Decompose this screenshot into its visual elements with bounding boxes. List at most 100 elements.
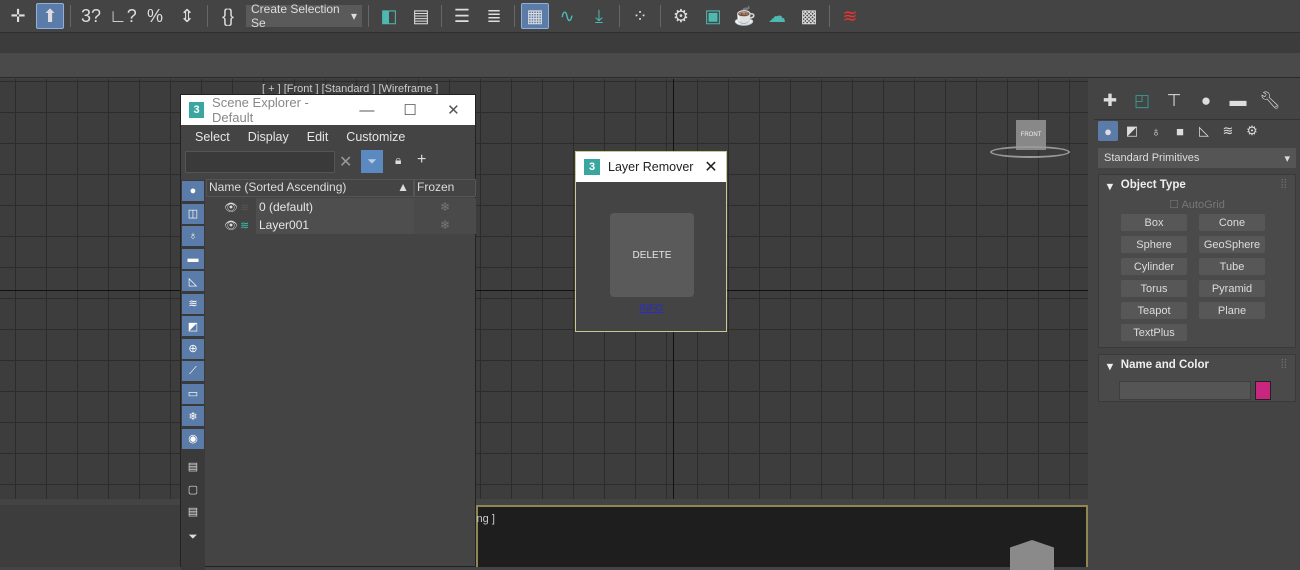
bones-filter-icon[interactable]: ⟋ [182, 361, 204, 381]
cameras-icon[interactable]: ■ [1170, 121, 1190, 141]
percent-snap-icon[interactable]: % [141, 3, 169, 29]
shapes-filter-icon[interactable]: ◫ [182, 203, 204, 224]
info-link[interactable]: INFO [576, 303, 726, 314]
schematic-view-icon[interactable]: ⁘ [626, 3, 654, 29]
menu-select[interactable]: Select [195, 130, 230, 144]
rendered-frame-window-icon[interactable]: ▣ [699, 3, 727, 29]
maximize-button[interactable]: ☐ [389, 101, 432, 119]
torus-button[interactable]: Torus [1121, 280, 1187, 297]
name-column-header[interactable]: Name (Sorted Ascending) ▲ [206, 179, 414, 197]
object-color-swatch[interactable] [1255, 381, 1271, 400]
snap-3d-icon[interactable]: 3? [77, 3, 105, 29]
minimize-button[interactable]: — [345, 102, 388, 119]
frozen-toggle-icon[interactable]: ❄ [414, 216, 476, 234]
render-setup-icon[interactable]: ⚙ [667, 3, 695, 29]
close-button[interactable]: ✕ [432, 101, 475, 119]
mirror-icon[interactable]: ◧ [375, 3, 403, 29]
hidden-filter-icon[interactable]: ◉ [182, 428, 204, 449]
utilities-tab-icon[interactable]: 🔧︎ [1254, 82, 1286, 119]
filter-funnel-icon[interactable]: ⏷ [182, 528, 204, 548]
render-cloud-icon[interactable]: ☁ [763, 3, 791, 29]
display-all-icon[interactable]: ▤ [182, 457, 204, 477]
delete-button[interactable]: DELETE [610, 213, 694, 297]
visibility-eye-icon[interactable]: 👁︎ [224, 219, 240, 232]
toggle-ribbon-icon[interactable]: ▦ [521, 3, 549, 29]
xrefs-filter-icon[interactable]: ⊕ [182, 338, 204, 359]
align-icon[interactable]: ▤ [407, 3, 435, 29]
perspective-viewport[interactable] [476, 505, 1088, 567]
geometry-icon[interactable]: ● [1098, 121, 1118, 141]
app-logo-icon: 3 [584, 159, 600, 175]
add-layer-icon[interactable]: + [417, 151, 426, 169]
scene-explorer-icon[interactable]: ☰ [448, 3, 476, 29]
separator [514, 5, 515, 27]
spinner-snap-icon[interactable]: ⇕ [173, 3, 201, 29]
drag-handle-icon[interactable]: ⁞⁞ [1281, 179, 1287, 193]
rollout-header[interactable]: ▾ Name and Color ⁞⁞ [1099, 359, 1295, 373]
display-tab-icon[interactable]: ▬ [1222, 82, 1254, 119]
table-row[interactable]: 👁︎ ≋ Layer001 ❄ [206, 216, 476, 234]
plane-button[interactable]: Plane [1199, 302, 1265, 319]
lights-icon[interactable]: ♁ [1146, 121, 1166, 141]
display-none-icon[interactable]: ▢ [182, 479, 204, 499]
frozen-toggle-icon[interactable]: ❄ [414, 198, 476, 216]
modify-tab-icon[interactable]: ◰ [1126, 82, 1158, 119]
table-row[interactable]: 👁︎ ≋ 0 (default) ❄ [206, 198, 476, 216]
create-tab-icon[interactable]: ✚ [1094, 82, 1126, 119]
curve-editor-icon[interactable]: ∿ [553, 3, 581, 29]
cone-button[interactable]: Cone [1199, 214, 1265, 231]
autogrid-checkbox[interactable]: ☐ AutoGrid [1099, 198, 1295, 211]
motion-tab-icon[interactable]: ● [1190, 82, 1222, 119]
containers-filter-icon[interactable]: ▭ [182, 383, 204, 404]
groups-filter-icon[interactable]: ◩ [182, 316, 204, 336]
textplus-button[interactable]: TextPlus [1121, 324, 1187, 341]
filter-icon[interactable]: ⏷ [361, 150, 383, 173]
spacewarps-filter-icon[interactable]: ≋ [182, 293, 204, 314]
layer-remover-titlebar[interactable]: 3 Layer Remover ✕ [576, 152, 726, 182]
geometry-filter-icon[interactable]: ● [182, 181, 204, 201]
geosphere-button[interactable]: GeoSphere [1199, 236, 1265, 253]
lock-icon[interactable]: 🔒︎ [395, 153, 401, 168]
dope-sheet-icon[interactable]: ⤓ [585, 3, 613, 29]
rollout-header[interactable]: ▾ Object Type ⁞⁞ [1099, 179, 1295, 193]
layer-explorer-icon[interactable]: ≣ [480, 3, 508, 29]
scene-explorer-titlebar[interactable]: 3 Scene Explorer - Default — ☐ ✕ [181, 95, 475, 125]
tube-button[interactable]: Tube [1199, 258, 1265, 275]
frozen-filter-icon[interactable]: ❄ [182, 406, 204, 426]
render-production-icon[interactable]: ☕ [731, 3, 759, 29]
systems-icon[interactable]: ⚙ [1242, 121, 1262, 141]
angle-snap-icon[interactable]: ∟? [109, 3, 137, 29]
frozen-column-header[interactable]: Frozen [414, 179, 476, 197]
cameras-filter-icon[interactable]: ▬ [182, 248, 204, 269]
move-icon[interactable]: ✛ [4, 3, 32, 29]
lights-filter-icon[interactable]: ♁ [182, 226, 204, 246]
viewcube-ring[interactable] [990, 146, 1070, 158]
spacewarps-icon[interactable]: ≋ [1218, 121, 1238, 141]
clear-search-icon[interactable]: ✕ [339, 152, 352, 172]
pyramid-button[interactable]: Pyramid [1199, 280, 1265, 297]
cylinder-button[interactable]: Cylinder [1121, 258, 1187, 275]
environment-icon[interactable]: ▩ [795, 3, 823, 29]
menu-customize[interactable]: Customize [346, 130, 405, 144]
menu-edit[interactable]: Edit [307, 130, 329, 144]
primitive-type-dropdown[interactable]: Standard Primitives ▾ [1098, 148, 1296, 168]
box-button[interactable]: Box [1121, 214, 1187, 231]
invert-display-icon[interactable]: ▤ [182, 502, 204, 522]
hierarchy-tab-icon[interactable]: ⊤ [1158, 82, 1190, 119]
menu-display[interactable]: Display [248, 130, 289, 144]
visibility-eye-icon[interactable]: 👁︎ [224, 201, 240, 214]
helpers-filter-icon[interactable]: ◺ [182, 271, 204, 291]
search-input[interactable] [185, 151, 335, 173]
sphere-button[interactable]: Sphere [1121, 236, 1187, 253]
selection-set-dropdown[interactable]: Create Selection Se ▾ [246, 2, 362, 30]
helpers-icon[interactable]: ◺ [1194, 121, 1214, 141]
front-viewport[interactable] [0, 79, 1088, 499]
drag-handle-icon[interactable]: ⁞⁞ [1281, 359, 1287, 373]
delete-layer-icon[interactable]: ≋ [836, 3, 864, 29]
shapes-icon[interactable]: ◩ [1122, 121, 1142, 141]
teapot-button[interactable]: Teapot [1121, 302, 1187, 319]
edit-named-selection-icon[interactable]: {} [214, 3, 242, 29]
select-object-icon[interactable]: ⬆ [36, 3, 64, 29]
close-button[interactable]: ✕ [696, 157, 726, 177]
object-name-input[interactable] [1119, 381, 1251, 400]
